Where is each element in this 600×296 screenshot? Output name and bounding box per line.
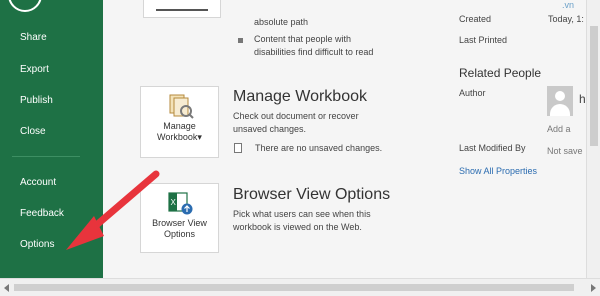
back-button[interactable]: [8, 0, 42, 12]
chevron-down-icon: ▾: [197, 132, 202, 142]
absolute-path-text: absolute path: [254, 17, 309, 27]
watermark-text: .vn: [562, 0, 575, 10]
sidebar-item-share[interactable]: Share: [20, 32, 47, 43]
browser-view-options-button[interactable]: X Browser View Options: [140, 183, 219, 253]
sidebar-item-publish[interactable]: Publish: [20, 95, 53, 106]
browser-view-desc-line1: Pick what users can see when this: [233, 209, 371, 219]
show-all-properties-link[interactable]: Show All Properties: [459, 166, 537, 176]
horizontal-scrollbar[interactable]: [0, 278, 600, 296]
last-modified-value: Not save: [547, 146, 583, 156]
avatar: [547, 86, 573, 116]
author-label: Author: [459, 88, 486, 98]
manage-workbook-desc-line1: Check out document or recover: [233, 111, 359, 121]
sidebar-item-export[interactable]: Export: [20, 64, 49, 75]
backstage-main: absolute path Content that people with d…: [103, 0, 600, 278]
sidebar-item-close[interactable]: Close: [20, 126, 46, 137]
horizontal-scroll-thumb[interactable]: [14, 284, 574, 291]
sidebar-item-feedback[interactable]: Feedback: [20, 208, 64, 219]
svg-text:X: X: [170, 198, 176, 207]
check-for-issues-button[interactable]: [143, 0, 221, 18]
manage-workbook-label-line1: Manage: [163, 121, 196, 131]
document-icon: [234, 143, 242, 153]
browser-view-icon: X: [167, 192, 192, 215]
manage-workbook-label-line2: Workbook▾: [157, 132, 202, 142]
scroll-right-icon[interactable]: [591, 284, 596, 292]
last-modified-label: Last Modified By: [459, 143, 526, 153]
browser-view-label-line2: Options: [163, 229, 196, 239]
sidebar-item-options[interactable]: Options: [20, 239, 54, 250]
browser-view-title: Browser View Options: [233, 186, 391, 203]
manage-workbook-desc-line2: unsaved changes.: [233, 124, 307, 134]
vertical-scrollbar[interactable]: [586, 0, 600, 278]
add-author-field[interactable]: Add a: [547, 124, 571, 134]
created-value: Today, 1:: [548, 14, 584, 24]
bullet-icon: [238, 38, 243, 43]
vertical-scroll-thumb[interactable]: [590, 26, 598, 146]
unsaved-status-text: There are no unsaved changes.: [255, 143, 383, 153]
related-people-title: Related People: [459, 66, 542, 80]
disability-text-line1: Content that people with: [254, 34, 352, 44]
created-label: Created: [459, 14, 492, 24]
author-name: h: [579, 92, 586, 106]
sidebar-divider: [12, 156, 80, 157]
manage-workbook-button[interactable]: Manage Workbook▾: [140, 86, 219, 158]
last-printed-label: Last Printed: [459, 35, 508, 45]
backstage-sidebar: Share Export Publish Close Account Feedb…: [0, 0, 103, 278]
scroll-left-icon[interactable]: [4, 284, 9, 292]
manage-workbook-icon: [169, 94, 194, 119]
sidebar-item-account[interactable]: Account: [20, 177, 56, 188]
manage-workbook-title: Manage Workbook: [233, 88, 367, 105]
disability-text-line2: disabilities find difficult to read: [254, 47, 374, 57]
browser-view-desc-line2: workbook is viewed on the Web.: [233, 222, 362, 232]
browser-view-label-line1: Browser View: [152, 218, 207, 228]
